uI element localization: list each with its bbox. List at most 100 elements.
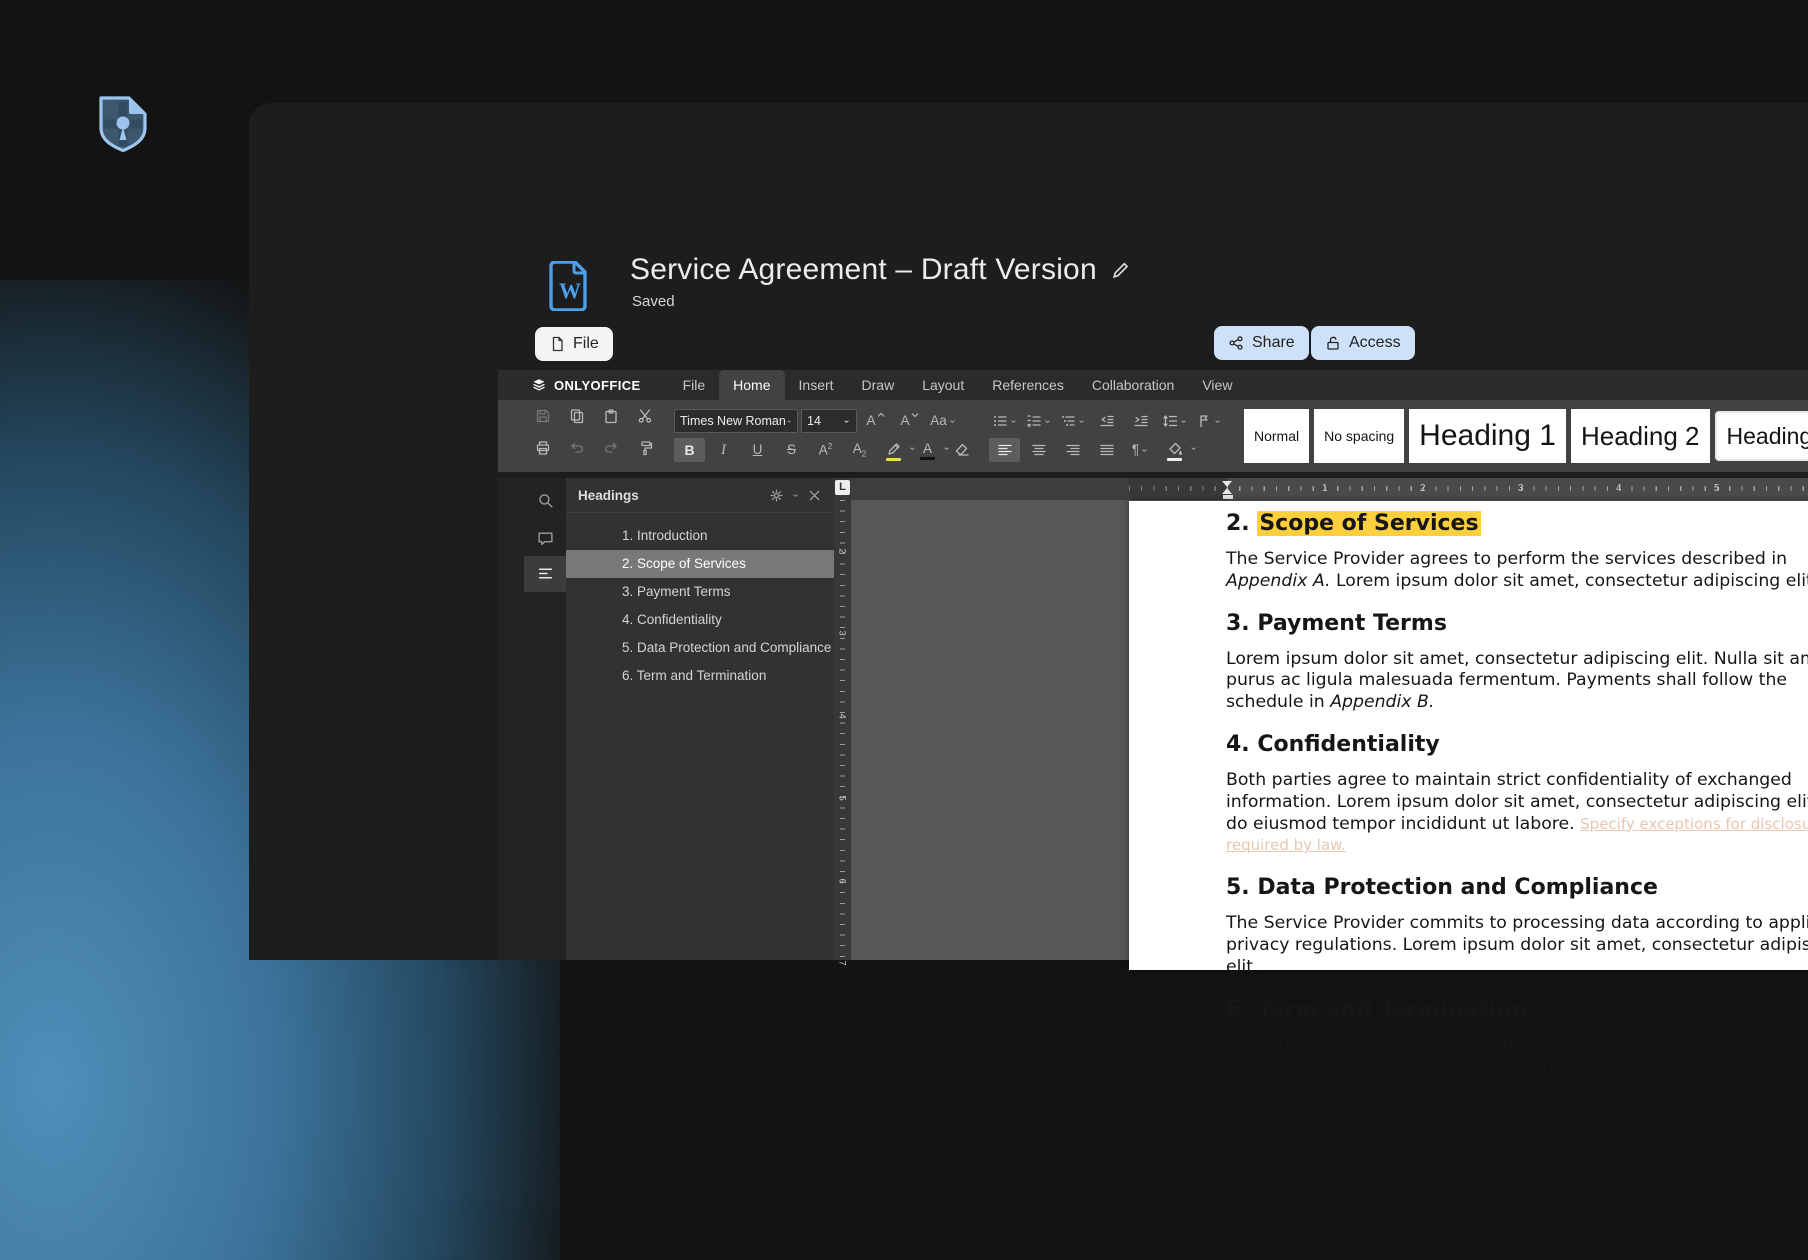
section-number: 3. [1226, 611, 1257, 636]
hanging-indent-marker[interactable] [1222, 488, 1232, 494]
underline-button[interactable]: U [742, 438, 773, 462]
style-no-spacing[interactable]: No spacing [1314, 409, 1404, 463]
undo-button[interactable] [560, 436, 594, 460]
style-heading-3[interactable]: Heading 3 [1715, 411, 1808, 461]
panel-header: Headings [566, 478, 834, 513]
ruler-number: 4 [837, 714, 848, 724]
heading-nav-item[interactable]: 6. Term and Termination [566, 662, 834, 690]
align-right-button[interactable] [1057, 438, 1088, 462]
menu-tab-draw[interactable]: Draw [848, 370, 909, 400]
paragraph-shading-button[interactable] [1159, 437, 1190, 463]
cut-button[interactable] [628, 404, 662, 428]
style-label: Heading 3 [1727, 423, 1808, 450]
dec-indent-icon [1099, 413, 1115, 429]
copy-button[interactable] [560, 404, 594, 428]
cut-icon [637, 408, 653, 424]
numbered-list-button[interactable] [1023, 409, 1054, 433]
color-bar [886, 458, 901, 461]
multilevel-icon [1060, 413, 1076, 429]
bullet-list-button[interactable] [989, 409, 1020, 433]
clear-style-button[interactable] [946, 438, 977, 462]
align-center-button[interactable] [1023, 438, 1054, 462]
sidebar-comments-button[interactable] [537, 530, 554, 552]
horizontal-ruler[interactable]: 1234567 [1129, 478, 1808, 500]
heading-nav-item[interactable]: 2. Scope of Services [566, 550, 834, 578]
menu-tab-file[interactable]: File [669, 370, 720, 400]
heading-nav-item[interactable]: 1. Introduction [566, 522, 834, 550]
strikethrough-button[interactable]: S [776, 438, 807, 462]
navigation-icon [537, 565, 554, 582]
italic-button[interactable]: I [708, 438, 739, 462]
rename-icon[interactable] [1111, 260, 1131, 280]
paste-button[interactable] [594, 404, 628, 428]
heading-nav-item[interactable]: 5. Data Protection and Compliance [566, 634, 834, 662]
style-normal[interactable]: Normal [1244, 409, 1309, 463]
subscript-button[interactable]: A2 [844, 438, 875, 462]
ruler-strip: 1234567 [851, 478, 1808, 500]
line-spacing-button[interactable] [1159, 409, 1190, 433]
numbering-icon [1026, 413, 1042, 429]
style-heading-1[interactable]: Heading 1 [1409, 409, 1566, 463]
change-case-button[interactable]: Aa [928, 409, 959, 433]
style-heading-2[interactable]: Heading 2 [1571, 409, 1710, 463]
vertical-ruler[interactable]: L 234567 [834, 478, 851, 960]
font-size-select[interactable]: 14 [801, 409, 857, 433]
desktop: { "header": { "title": "Service Agreemen… [0, 0, 1808, 960]
document-page[interactable]: 2. Scope of ServicesThe Service Provider… [1129, 501, 1808, 970]
save-icon [535, 408, 551, 424]
align-left-button[interactable] [989, 438, 1020, 462]
toolbar: Times New Roman 14 AAAa BIUSA2A2A ¶ Norm… [498, 400, 1808, 472]
access-button[interactable]: Access [1311, 326, 1415, 360]
ruler-number: 2 [837, 549, 848, 559]
sidebar-navigation-button[interactable] [537, 565, 554, 587]
increase-indent-button[interactable] [1125, 409, 1156, 433]
superscript-button[interactable]: A2 [810, 438, 841, 462]
chevron-down-icon [1009, 417, 1018, 426]
highlight-color-button[interactable] [878, 437, 909, 463]
style-label: No spacing [1324, 428, 1394, 444]
menu-tab-insert[interactable]: Insert [785, 370, 848, 400]
sidebar-search-button[interactable] [537, 492, 554, 514]
font-name-value: Times New Roman [680, 414, 786, 428]
font-color-button[interactable]: A [912, 437, 943, 463]
heading-nav-item[interactable]: 3. Payment Terms [566, 578, 834, 606]
redo-button[interactable] [594, 436, 628, 460]
menu-tab-layout[interactable]: Layout [908, 370, 978, 400]
decrease-indent-button[interactable] [1091, 409, 1122, 433]
ruler-number: 3 [837, 631, 848, 641]
section-heading: 2. Scope of Services [1226, 511, 1808, 536]
close-icon[interactable] [807, 488, 822, 503]
gear-icon[interactable] [769, 488, 784, 503]
panel-title: Headings [578, 488, 769, 503]
menu-tab-references[interactable]: References [978, 370, 1078, 400]
increase-font-button[interactable]: A [860, 409, 891, 433]
document-content: 2. Scope of ServicesThe Service Provider… [1129, 501, 1808, 1078]
print-button[interactable] [526, 436, 560, 460]
heading-nav-item[interactable]: 4. Confidentiality [566, 606, 834, 634]
decrease-font-button[interactable]: A [894, 409, 925, 433]
chevron-down-icon[interactable] [791, 491, 800, 500]
nonprinting-characters-button[interactable]: ¶ [1125, 438, 1156, 462]
menu-tab-view[interactable]: View [1188, 370, 1246, 400]
bold-button[interactable]: B [674, 438, 705, 462]
section-heading: 4. Confidentiality [1226, 732, 1808, 757]
save-button[interactable] [526, 404, 560, 428]
multilevel-list-button[interactable] [1057, 409, 1088, 433]
font-name-select[interactable]: Times New Roman [674, 409, 798, 433]
section-title: Scope of Services [1257, 511, 1480, 536]
menu-tab-collaboration[interactable]: Collaboration [1078, 370, 1189, 400]
format-painter-button[interactable] [628, 436, 662, 460]
first-line-indent-marker[interactable] [1222, 481, 1232, 487]
menu-tab-home[interactable]: Home [719, 370, 784, 400]
paragraph-direction-button[interactable] [1193, 409, 1224, 433]
file-menu-button[interactable]: File [535, 327, 613, 361]
tab-stop-selector[interactable]: L [835, 480, 850, 495]
section-heading: 3. Payment Terms [1226, 611, 1808, 636]
ruler-number: 2 [1420, 483, 1426, 494]
left-indent-marker[interactable] [1223, 495, 1233, 499]
section-title: Data Protection and Compliance [1257, 875, 1658, 900]
align-justify-button[interactable] [1091, 438, 1122, 462]
headings-panel: Headings 1. Introduction2. Scope of Serv… [566, 478, 834, 960]
share-button[interactable]: Share [1214, 326, 1309, 360]
access-button-label: Access [1349, 334, 1401, 352]
